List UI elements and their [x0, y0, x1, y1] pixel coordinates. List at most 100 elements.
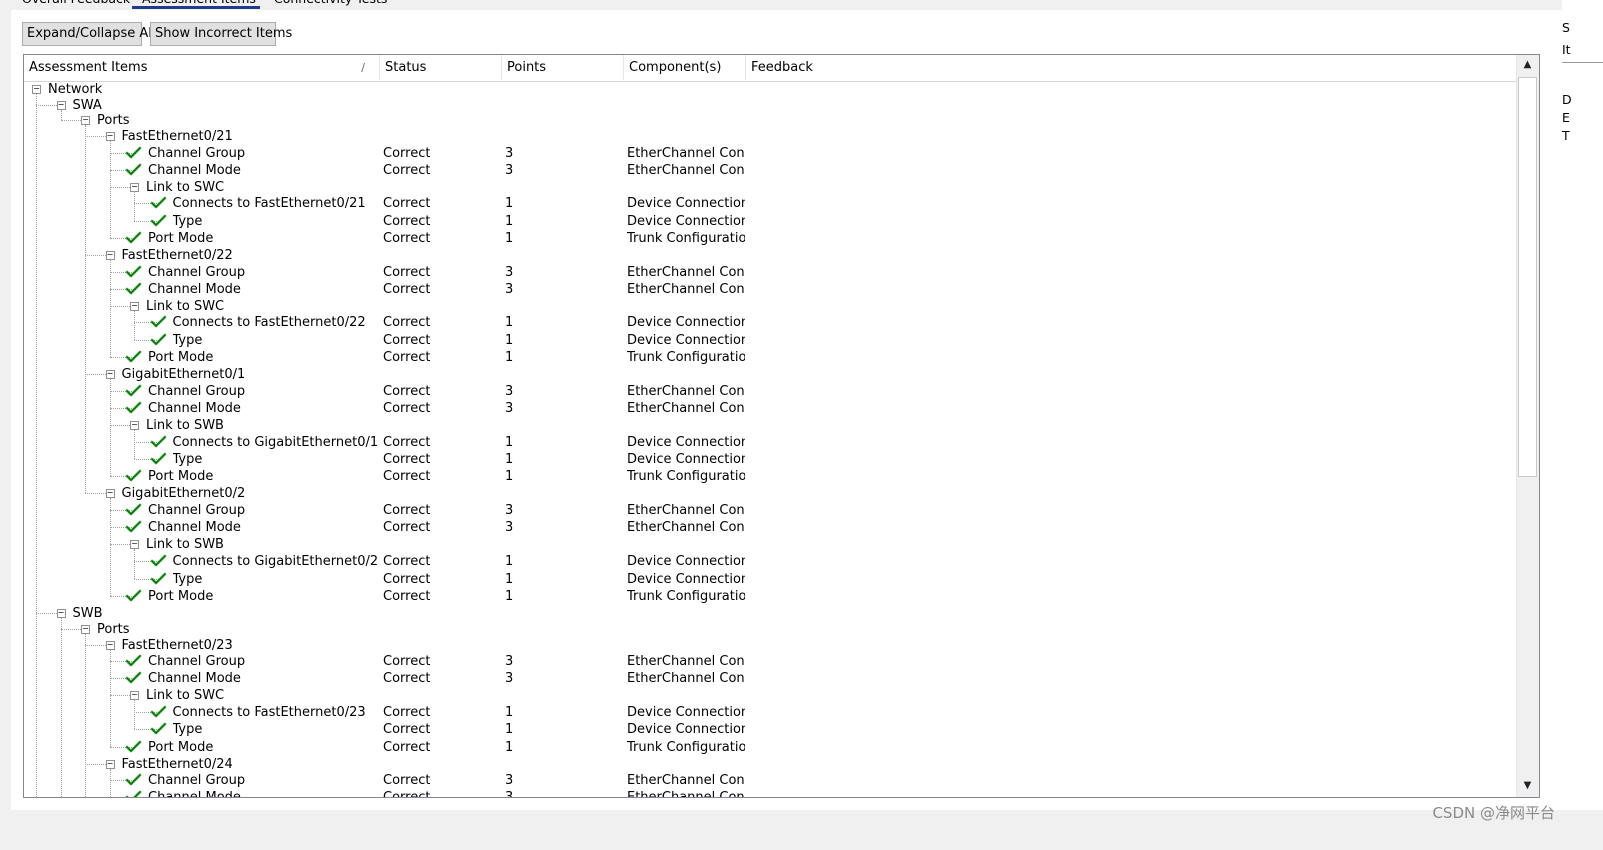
- tree-leaf-row[interactable]: Channel ModeCorrect3EtherChannel Con...: [24, 519, 1517, 536]
- tree-leaf-row[interactable]: Connects to GigabitEthernet0/2 Correct 1 De…: [24, 553, 1517, 570]
- tree-node-row[interactable]: − FastEthernet0/23: [24, 637, 1517, 654]
- status-cell: Correct: [383, 315, 431, 330]
- column-header-status[interactable]: Status: [380, 55, 502, 80]
- tab-overall-feedback[interactable]: Overall Feedback: [22, 0, 130, 9]
- tree-node-row[interactable]: − FastEthernet0/24: [24, 756, 1517, 773]
- tree-leaf-row[interactable]: Channel Group Correct 3 EtherChannel Con...: [24, 502, 1517, 519]
- vertical-scrollbar[interactable]: ▲ ▼: [1516, 55, 1539, 797]
- tree-leaf-row[interactable]: Port Mode Correct 1 Trunk Configuration: [24, 739, 1517, 756]
- tree-item-label: Link to SWC: [146, 180, 225, 195]
- tree-node-row[interactable]: − Network: [24, 81, 1517, 98]
- tree-item-label: Type: [172, 572, 203, 587]
- collapse-minus-icon[interactable]: −: [105, 370, 115, 379]
- collapse-minus-icon[interactable]: −: [32, 85, 41, 94]
- tree-node-row[interactable]: − Link to SWC: [24, 687, 1517, 704]
- collapse-minus-icon[interactable]: −: [56, 101, 66, 110]
- tree-node-row[interactable]: − SWB: [24, 605, 1517, 622]
- tree-leaf-row[interactable]: Channel ModeCorrect3EtherChannel Con...: [24, 162, 1517, 179]
- column-header-points[interactable]: Points: [502, 55, 624, 80]
- tree-leaf-row[interactable]: Type Correct 1 Device Connections: [24, 213, 1517, 230]
- points-cell: 3: [505, 384, 514, 399]
- tree-node-row[interactable]: − FastEthernet0/21: [24, 128, 1517, 145]
- tree-node-row[interactable]: − Link to SWC: [24, 179, 1517, 196]
- scrollbar-thumb[interactable]: [1518, 77, 1537, 477]
- collapse-minus-icon[interactable]: −: [105, 641, 115, 650]
- tree-leaf-row[interactable]: Type Correct 1 Device Connections: [24, 721, 1517, 738]
- green-check-icon: [125, 671, 142, 684]
- tree-leaf-row[interactable]: Channel Group Correct 3 EtherChannel Con...: [24, 383, 1517, 400]
- tree-leaf-row[interactable]: Channel ModeCorrect3EtherChannel Con...: [24, 670, 1517, 687]
- tree-leaf-row[interactable]: Channel ModeCorrect3EtherChannel Con...: [24, 281, 1517, 298]
- right-panel-text: E: [1562, 110, 1570, 125]
- collapse-minus-icon[interactable]: −: [105, 489, 115, 498]
- collapse-minus-icon[interactable]: −: [81, 625, 90, 634]
- tree-node-row[interactable]: − Link to SWB: [24, 417, 1517, 434]
- points-cell: 3: [505, 265, 514, 280]
- collapse-minus-icon[interactable]: −: [130, 421, 139, 430]
- collapse-minus-icon[interactable]: −: [130, 540, 139, 549]
- collapse-minus-icon[interactable]: −: [81, 116, 90, 125]
- points-cell: 3: [505, 671, 514, 686]
- status-cell: Correct: [383, 282, 431, 297]
- column-header-feedback[interactable]: Feedback: [746, 55, 1517, 80]
- tree-node-row[interactable]: − GigabitEthernet0/2: [24, 485, 1517, 502]
- tree-leaf-row[interactable]: Channel ModeCorrect3EtherChannel Con...: [24, 400, 1517, 417]
- tree-leaf-row[interactable]: Connects to GigabitEthernet0/1 Correct 1 De…: [24, 434, 1517, 451]
- tree-item-label: Network: [48, 82, 103, 97]
- points-cell: 3: [505, 654, 514, 669]
- tree-item-label: Port Mode: [148, 589, 214, 604]
- tree-leaf-row[interactable]: Type Correct 1 Device Connections: [24, 571, 1517, 588]
- component-cell: EtherChannel Con...: [627, 401, 745, 416]
- tree-leaf-row[interactable]: Channel Group Correct 3 EtherChannel Con...: [24, 653, 1517, 670]
- tree-leaf-row[interactable]: Channel ModeCorrect3EtherChannel Con...: [24, 789, 1517, 797]
- tab-assessment-items[interactable]: Assessment Items: [132, 0, 260, 9]
- green-check-icon: [125, 654, 142, 667]
- tree-node-row[interactable]: − FastEthernet0/22: [24, 247, 1517, 264]
- scroll-down-icon[interactable]: ▼: [1517, 776, 1538, 796]
- tree-item-label: Type: [172, 722, 203, 737]
- collapse-minus-icon[interactable]: −: [105, 251, 115, 260]
- tree-leaf-row[interactable]: Channel Group Correct 3 EtherChannel Con...: [24, 264, 1517, 281]
- column-header-assessment-items[interactable]: Assessment Items ∕: [24, 55, 380, 80]
- tree-leaf-row[interactable]: Type Correct 1 Device Connections: [24, 451, 1517, 468]
- tree-leaf-row[interactable]: Port Mode Correct 1 Trunk Configuration: [24, 349, 1517, 366]
- tree-leaf-row[interactable]: Connects to FastEthernet0/22 Correct 1 Devi…: [24, 314, 1517, 331]
- status-cell: Correct: [383, 740, 431, 755]
- scroll-up-icon[interactable]: ▲: [1517, 55, 1538, 75]
- green-check-icon: [125, 589, 142, 602]
- points-cell: 1: [505, 572, 514, 587]
- tree-item-label: Channel Mode: [148, 401, 241, 416]
- tree-leaf-row[interactable]: Port Mode Correct 1 Trunk Configuration: [24, 468, 1517, 485]
- tree-leaf-row[interactable]: Type Correct 1 Device Connections: [24, 332, 1517, 349]
- tree-leaf-row[interactable]: Connects to FastEthernet0/23 Correct 1 Devi…: [24, 704, 1517, 721]
- tab-connectivity-tests[interactable]: Connectivity Tests: [274, 0, 387, 9]
- tree-leaf-row[interactable]: Channel Group Correct 3 EtherChannel Con...: [24, 145, 1517, 162]
- right-panel-text: D: [1562, 92, 1572, 107]
- column-header-components[interactable]: Component(s): [624, 55, 746, 80]
- collapse-minus-icon[interactable]: −: [105, 132, 115, 141]
- status-cell: Correct: [383, 214, 431, 229]
- tree-leaf-row[interactable]: Port Mode Correct 1 Trunk Configuration: [24, 230, 1517, 247]
- expand-collapse-all-button[interactable]: Expand/Collapse All: [22, 22, 156, 46]
- tree-leaf-row[interactable]: Channel Group Correct 3 EtherChannel Con...: [24, 772, 1517, 789]
- collapse-minus-icon[interactable]: −: [56, 609, 66, 618]
- tree-node-row[interactable]: − Link to SWB: [24, 536, 1517, 553]
- tree-node-row[interactable]: − Link to SWC: [24, 298, 1517, 315]
- tree-connector-line: [85, 493, 108, 494]
- points-cell: 1: [505, 315, 514, 330]
- collapse-minus-icon[interactable]: −: [130, 302, 139, 311]
- tree-leaf-row[interactable]: Port Mode Correct 1 Trunk Configuration: [24, 588, 1517, 605]
- tree-node-row[interactable]: − Ports: [24, 112, 1517, 129]
- status-cell: Correct: [383, 671, 431, 686]
- collapse-minus-icon[interactable]: −: [130, 691, 139, 700]
- tree-node-row[interactable]: − GigabitEthernet0/1: [24, 366, 1517, 383]
- tree-node-row[interactable]: − Ports: [24, 621, 1517, 638]
- show-incorrect-items-button[interactable]: Show Incorrect Items: [150, 22, 292, 46]
- tree-leaf-row[interactable]: Connects to FastEthernet0/21 Correct 1 Devi…: [24, 195, 1517, 212]
- tree-connector-line: [109, 695, 132, 696]
- right-panel-text: It: [1562, 42, 1571, 57]
- collapse-minus-icon[interactable]: −: [105, 760, 115, 769]
- collapse-minus-icon[interactable]: −: [130, 183, 139, 192]
- tree-item-label: Connects to FastEthernet0/22: [172, 315, 366, 330]
- tree-item-label: Port Mode: [148, 350, 214, 365]
